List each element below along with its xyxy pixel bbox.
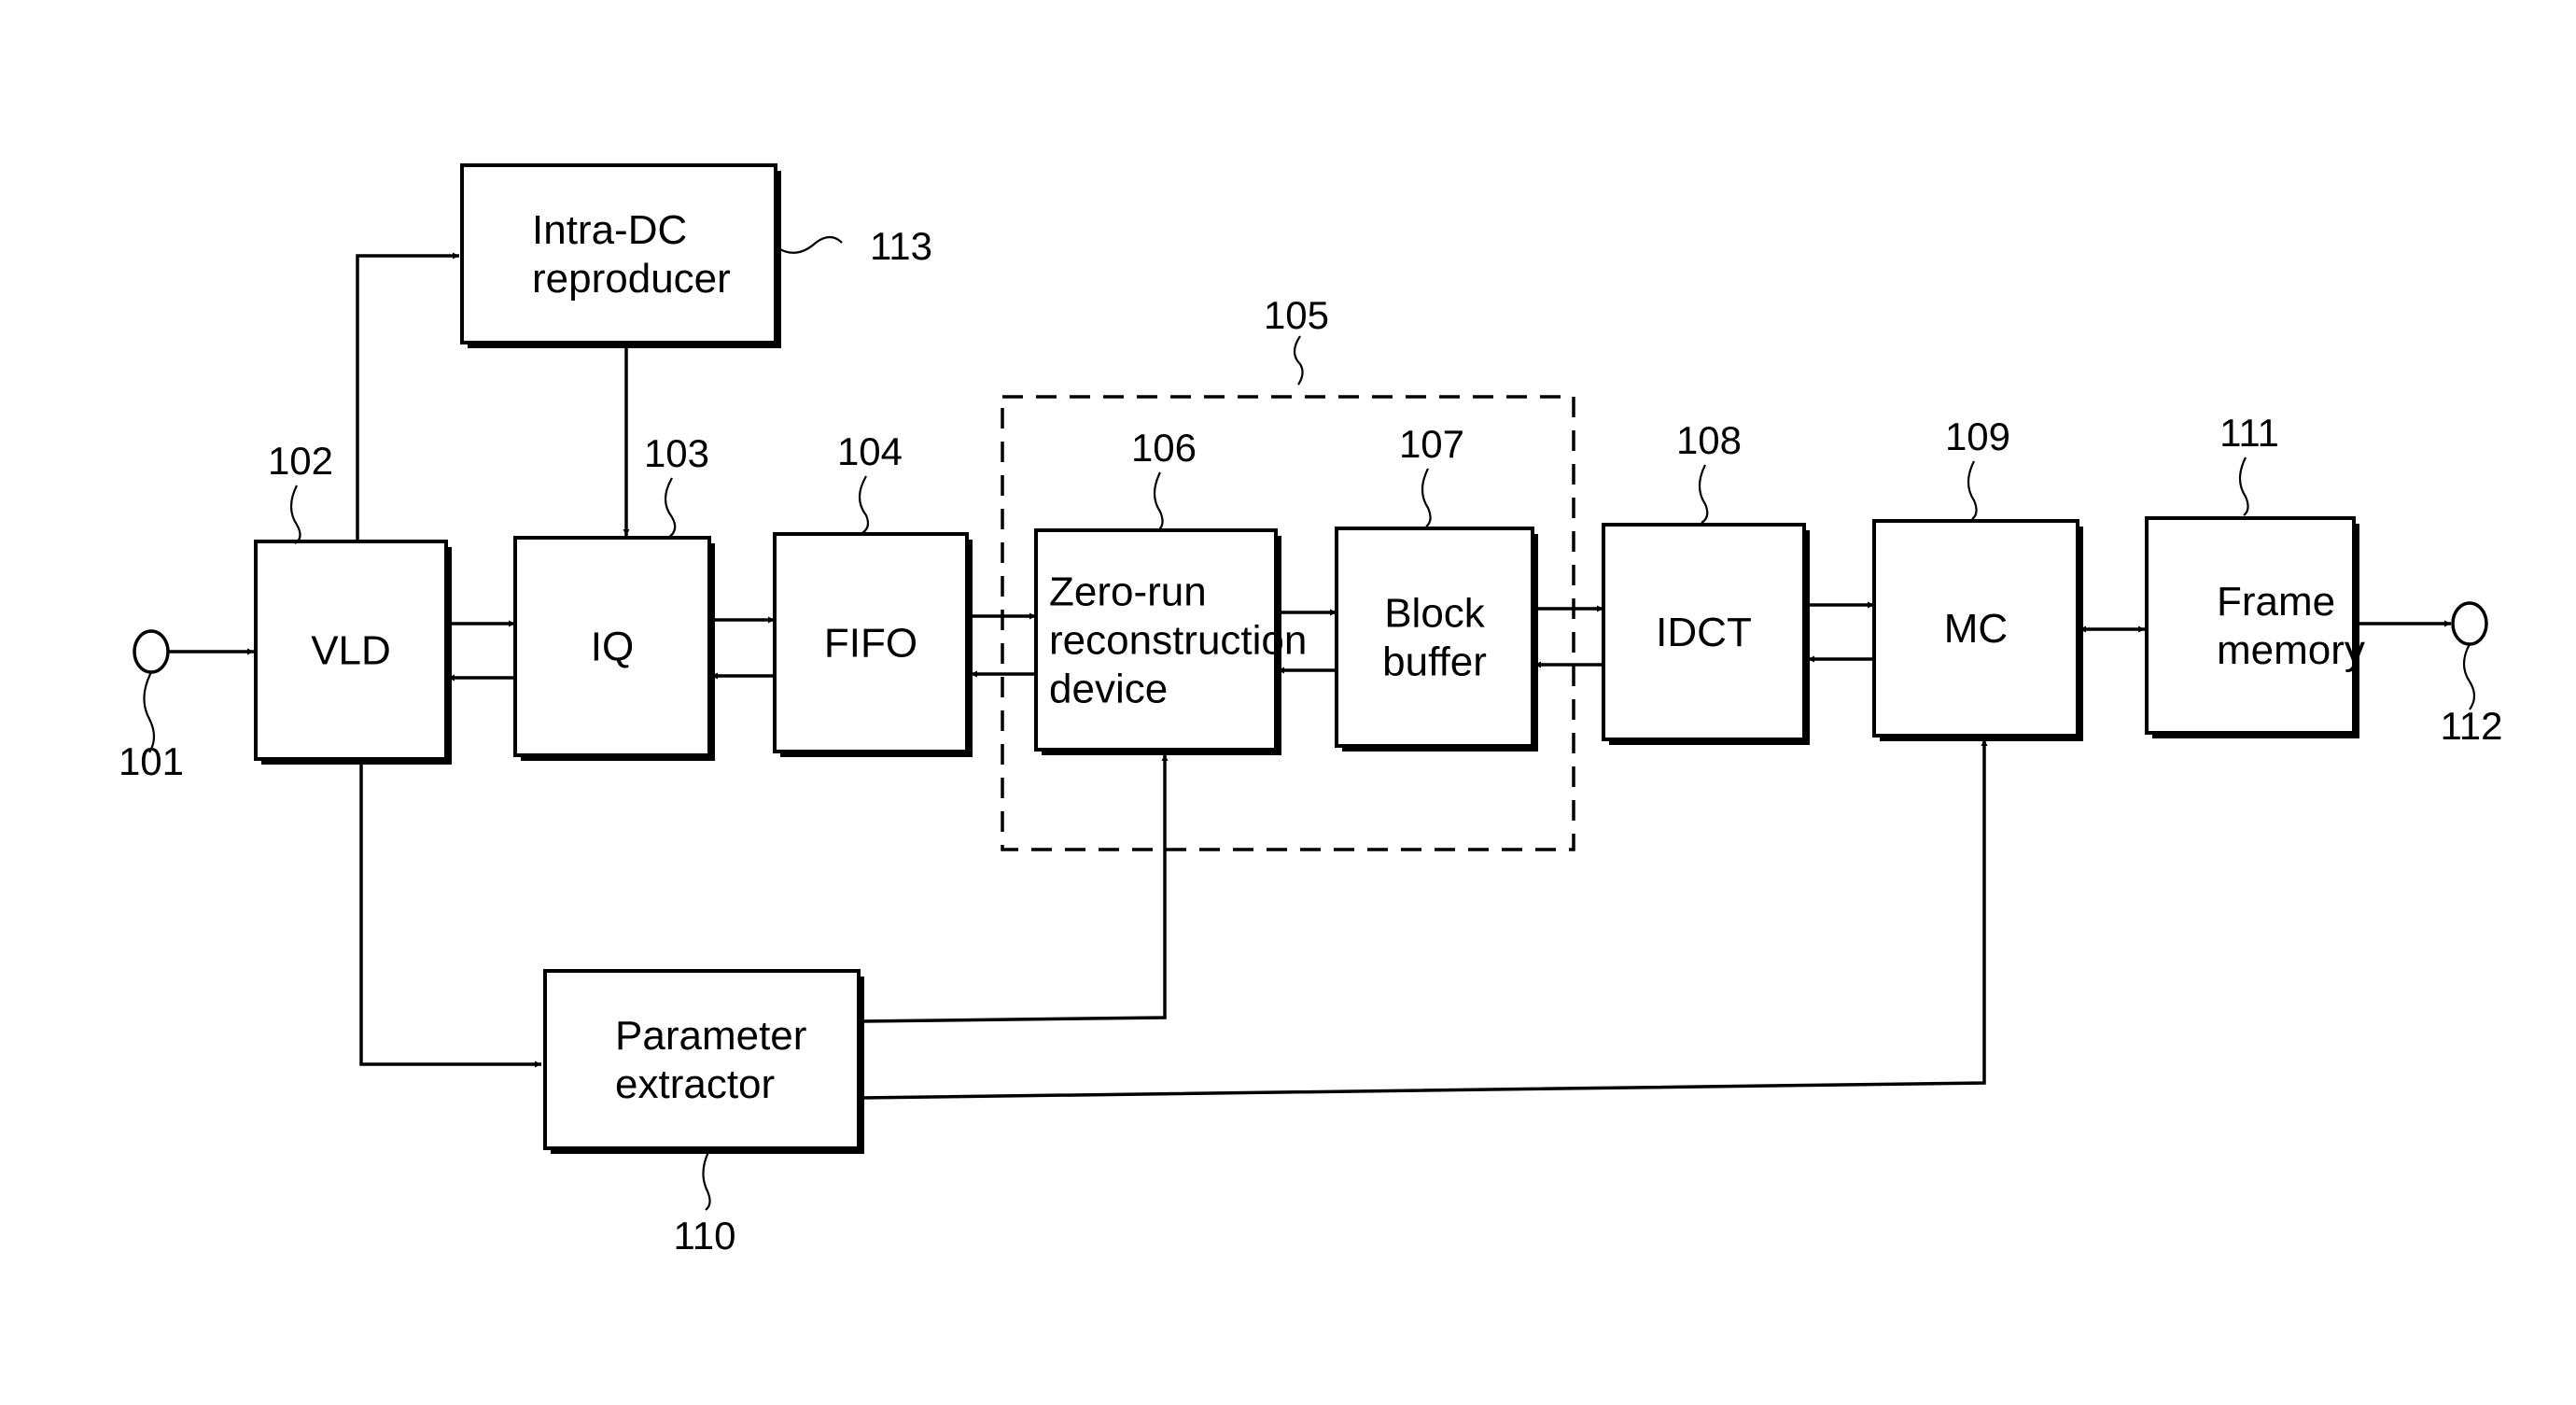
ref-label-107: 107 xyxy=(1399,422,1464,466)
ref-label-110: 110 xyxy=(674,1214,736,1257)
block-frame xyxy=(1335,527,1534,748)
block-label-line: Intra-DC xyxy=(532,207,687,253)
ref-label-106: 106 xyxy=(1131,426,1197,470)
block-label-line: VLD xyxy=(311,628,391,674)
block-vld: VLD 102 xyxy=(254,439,452,765)
leader-112 xyxy=(2462,643,2476,710)
leader-111 xyxy=(2238,457,2249,516)
block-mc: MC 109 xyxy=(1872,414,2083,741)
leader-102 xyxy=(289,485,301,544)
block-fifo: FIFO 104 xyxy=(773,429,973,757)
leader-110 xyxy=(702,1149,711,1211)
ref-label-113: 113 xyxy=(870,224,932,268)
ref-label-108: 108 xyxy=(1676,418,1742,462)
block-diagram: VLD 102 IQ 103 FIFO 104 Zero-runreconstruction… xyxy=(119,163,2503,1257)
leader-107 xyxy=(1421,468,1432,527)
output-terminal-112 xyxy=(2451,601,2488,646)
block-label-line: Parameter xyxy=(615,1013,806,1059)
leader-103 xyxy=(664,477,677,539)
ref-label-109: 109 xyxy=(1945,414,2010,458)
block-param-extractor: Parameterextractor 110 xyxy=(543,969,864,1257)
block-label-line: MC xyxy=(1944,606,2008,652)
block-label-line: memory xyxy=(2217,627,2365,673)
leader-106 xyxy=(1153,471,1164,531)
ref-label-104: 104 xyxy=(837,429,903,473)
block-label-line: FIFO xyxy=(824,621,917,667)
block-label-line: reconstruction xyxy=(1049,618,1307,664)
leader-108 xyxy=(1698,464,1709,524)
block-frame xyxy=(460,163,777,344)
block-frame-memory: Framememory 111 xyxy=(2145,411,2365,738)
ref-label-102: 102 xyxy=(268,439,333,483)
block-idct: IDCT 108 xyxy=(1602,418,1810,745)
ref-label-111: 111 xyxy=(2219,411,2279,455)
block-frame xyxy=(543,969,861,1150)
ref-label-101: 101 xyxy=(119,739,184,783)
block-label-line: IDCT xyxy=(1656,610,1752,655)
arrow-vld-to-intra-dc xyxy=(356,252,459,541)
block-label-line: device xyxy=(1049,667,1168,712)
ref-label-105: 105 xyxy=(1264,293,1329,337)
leader-113 xyxy=(777,235,843,254)
block-label-line: reproducer xyxy=(532,256,731,302)
block-block-buffer: Blockbuffer 107 xyxy=(1335,422,1538,752)
block-label-line: buffer xyxy=(1382,639,1487,685)
leader-104 xyxy=(858,475,870,535)
ref-label-112: 112 xyxy=(2441,704,2503,748)
block-zero-run: Zero-runreconstructiondevice 106 xyxy=(1034,426,1307,755)
block-label-line: Block xyxy=(1384,591,1486,637)
block-label-line: IQ xyxy=(591,625,634,670)
block-iq: IQ 103 xyxy=(513,431,715,761)
arrow-parameter-extractor-to-mc xyxy=(860,739,1988,1100)
block-intra-dc: Intra-DCreproducer 113 xyxy=(460,163,932,348)
leader-109 xyxy=(1967,460,1978,520)
arrow-vld-to-parameter-extractor xyxy=(359,761,541,1068)
block-label-line: extractor xyxy=(615,1061,775,1107)
leader-105 xyxy=(1293,335,1304,386)
ref-label-103: 103 xyxy=(644,431,709,475)
block-label-line: Zero-run xyxy=(1049,569,1207,615)
arrow-parameter-extractor-to-zero-run xyxy=(860,754,1169,1023)
block-label-line: Frame xyxy=(2217,579,2335,625)
input-terminal-101 xyxy=(133,629,170,674)
block-frame xyxy=(2145,516,2356,735)
